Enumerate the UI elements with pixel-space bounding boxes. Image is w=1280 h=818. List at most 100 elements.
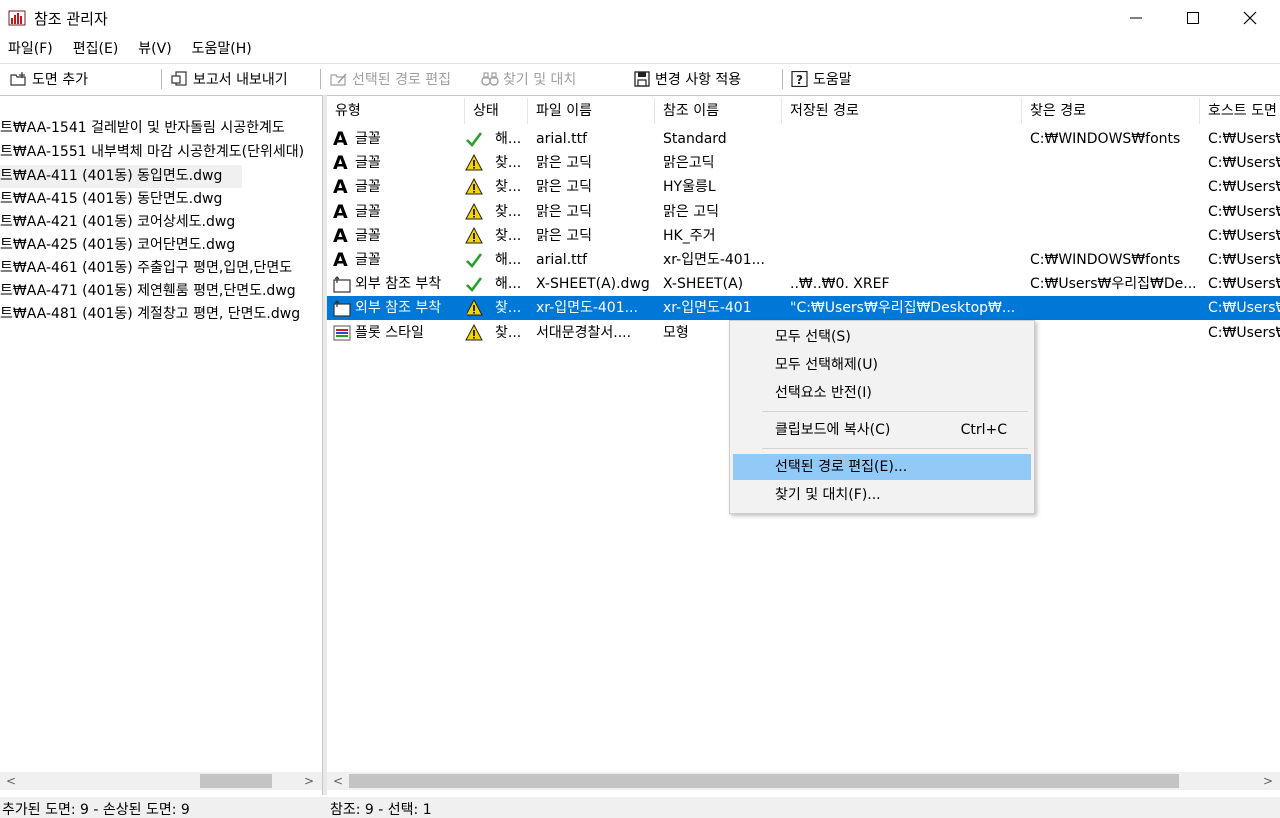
row-status: 찾... xyxy=(495,324,522,341)
find-replace-label: 찾기 및 대치 xyxy=(503,72,577,88)
row-file-name: arial.ttf xyxy=(536,131,588,147)
row-saved-path: ..₩..₩0. XREF xyxy=(790,276,890,293)
minimize-button[interactable] xyxy=(1106,0,1166,36)
close-button[interactable] xyxy=(1220,0,1280,36)
add-drawing-button[interactable]: 도면 추가 xyxy=(10,67,88,91)
maximize-button[interactable] xyxy=(1163,0,1223,36)
help-label: 도움말 xyxy=(813,72,852,88)
tree-item[interactable]: 트₩AA-411 (401동) 동입면도.dwg xyxy=(0,165,242,188)
column-header-file-name[interactable]: 파일 이름 xyxy=(528,98,655,124)
ctx-edit-selected-path[interactable]: 선택된 경로 편집(E)... xyxy=(733,454,1031,480)
column-header-type[interactable]: 유형 xyxy=(327,98,465,124)
toolbar-divider xyxy=(320,69,321,89)
tree-item[interactable]: 트₩AA-415 (401동) 동단면도.dwg xyxy=(0,188,222,211)
row-status: 찾... xyxy=(495,300,522,317)
row-file-name: 맑은 고딕 xyxy=(536,227,592,244)
add-drawing-icon xyxy=(10,72,26,86)
ctx-copy-clipboard[interactable]: 클립보드에 복사(C) Ctrl+C xyxy=(733,417,1031,443)
table-row[interactable]: A 글꼴 해... arial.ttf xr-입면도-401... C:₩WINDOWS₩… xyxy=(327,248,1280,272)
warning-icon xyxy=(465,299,483,317)
scroll-right-icon[interactable]: > xyxy=(300,772,318,790)
ctx-select-all-label: 모두 선택(S) xyxy=(775,329,851,345)
ctx-copy-clipboard-label: 클립보드에 복사(C) xyxy=(775,422,891,438)
table-row[interactable]: 외부 참조 부착 찾... xr-입면도-401... xr-입면도-401 "C:₩U… xyxy=(327,296,1280,321)
column-header-reference-name[interactable]: 참조 이름 xyxy=(655,98,782,124)
tree-item[interactable]: 트₩AA-471 (401동) 제연휀룸 평면,단면도.dwg xyxy=(0,280,296,303)
plotstyle-icon xyxy=(333,324,351,342)
row-found-path xyxy=(1030,296,1200,320)
tree-item[interactable]: 트₩AA-425 (401동) 코어단면도.dwg xyxy=(0,234,235,257)
column-header-host-drawing[interactable]: 호스트 도면 xyxy=(1200,98,1280,124)
row-host-drawing: C:₩Users₩ xyxy=(1208,203,1280,220)
row-type: 글꼴 xyxy=(355,179,381,196)
column-header-status[interactable]: 상태 xyxy=(465,98,528,124)
menu-file[interactable]: 파일(F) xyxy=(2,38,59,60)
row-host-drawing: C:₩Users₩ xyxy=(1208,252,1280,268)
table-row[interactable]: 외부 참조 부착 해... X-SHEET(A).dwg X-SHEET(A) ..₩.… xyxy=(327,272,1280,296)
warning-icon xyxy=(465,323,483,342)
scroll-right-icon[interactable]: > xyxy=(1259,772,1277,790)
table-row[interactable]: A 글꼴 찾... 맑은 고딕 HY울릉L C:₩Users₩ xyxy=(327,175,1280,199)
row-file-name: X-SHEET(A).dwg xyxy=(536,276,650,293)
ctx-invert-selection[interactable]: 선택요소 반전(I) xyxy=(733,380,1031,406)
ctx-find-replace[interactable]: 찾기 및 대치(F)... xyxy=(733,482,1031,508)
row-host-drawing: C:₩Users₩ xyxy=(1208,276,1280,293)
tree-item[interactable]: 트₩AA-421 (401동) 코어상세도.dwg xyxy=(0,211,235,234)
row-type: 외부 참조 부착 xyxy=(355,296,467,321)
tree-item[interactable]: 트₩AA-1541 걸레받이 및 반자돌림 시공한계도 xyxy=(0,117,285,140)
scrollbar-thumb[interactable] xyxy=(200,774,272,788)
tree-item[interactable]: 트₩AA-461 (401동) 주출입구 평면,입면,단면도 xyxy=(0,257,292,280)
xref-icon xyxy=(333,299,351,317)
apply-changes-button[interactable]: 변경 사항 적용 xyxy=(633,67,741,91)
table-row[interactable]: A 글꼴 찾... 맑은 고딕 맑은 고딕 C:₩Users₩ xyxy=(327,200,1280,224)
row-type: 글꼴 xyxy=(355,131,381,147)
minimize-icon xyxy=(1130,17,1142,19)
table-row[interactable]: A 글꼴 찾... 맑은 고딕 HK_주거 C:₩Users₩ xyxy=(327,224,1280,248)
row-file-name: 서대문경찰서.... xyxy=(536,324,632,341)
row-file-name: 맑은 고딕 xyxy=(536,155,592,172)
menu-view[interactable]: 뷰(V) xyxy=(132,38,177,60)
find-replace-button[interactable]: 찾기 및 대치 xyxy=(481,67,576,91)
toolbar: 도면 추가 보고서 내보내기 선택된 경로 편집 찾기 및 대치 변경 사항 적… xyxy=(0,63,1280,93)
ctx-copy-shortcut: Ctrl+C xyxy=(960,422,1007,438)
tree-item[interactable]: 트₩AA-1551 내부벽체 마감 시공한계도(단위세대) xyxy=(0,141,304,164)
tree-horizontal-scrollbar[interactable]: < > xyxy=(0,772,322,790)
menu-bar: 파일(F) 편집(E) 뷰(V) 도움말(H) xyxy=(0,37,1280,61)
row-file-name: xr-입면도-401... xyxy=(536,300,638,317)
column-header-saved-path[interactable]: 저장된 경로 xyxy=(782,98,1022,124)
table-row[interactable]: A 글꼴 찾... 맑은 고딕 맑은고딕 C:₩Users₩ xyxy=(327,151,1280,175)
warning-icon xyxy=(465,226,483,245)
warning-icon xyxy=(465,154,483,172)
export-report-button[interactable]: 보고서 내보내기 xyxy=(171,67,288,91)
row-host-drawing: C:₩Users₩ xyxy=(1208,300,1280,317)
scrollbar-thumb[interactable] xyxy=(349,774,1179,788)
table-row[interactable]: A 글꼴 해... arial.ttf Standard C:₩WINDOWS₩fonts… xyxy=(327,127,1280,151)
tree-item[interactable]: 트₩AA-481 (401동) 계절창고 평면, 단면도.dwg xyxy=(0,303,300,326)
edit-path-icon xyxy=(330,73,347,86)
menu-edit[interactable]: 편집(E) xyxy=(67,38,125,60)
ctx-edit-selected-path-label: 선택된 경로 편집(E)... xyxy=(775,459,908,475)
list-horizontal-scrollbar[interactable]: < > xyxy=(327,772,1280,790)
row-host-drawing: C:₩Users₩ xyxy=(1208,179,1280,196)
ctx-select-all[interactable]: 모두 선택(S) xyxy=(733,324,1031,350)
export-report-icon xyxy=(171,71,187,86)
scroll-left-icon[interactable]: < xyxy=(329,772,347,790)
row-status: 해... xyxy=(495,276,522,293)
row-reference-name: 맑은고딕 xyxy=(663,155,715,172)
row-reference-name: xr-입면도-401... xyxy=(663,252,765,268)
menu-help[interactable]: 도움말(H) xyxy=(186,38,258,60)
resolved-check-icon xyxy=(465,275,483,293)
drawing-count-status: 추가된 도면: 9 - 손상된 도면: 9 xyxy=(2,802,190,818)
row-reference-name: X-SHEET(A) xyxy=(663,276,744,293)
row-type: 글꼴 xyxy=(355,252,381,268)
edit-selected-path-button[interactable]: 선택된 경로 편집 xyxy=(330,67,451,91)
font-icon: A xyxy=(333,152,348,175)
scroll-left-icon[interactable]: < xyxy=(2,772,20,790)
help-button[interactable]: ? 도움말 xyxy=(791,67,852,91)
column-header-found-path[interactable]: 찾은 경로 xyxy=(1022,98,1200,124)
context-menu: 모두 선택(S) 모두 선택해제(U) 선택요소 반전(I) 클립보드에 복사(… xyxy=(729,320,1035,514)
toolbar-divider xyxy=(782,69,783,89)
ctx-deselect-all[interactable]: 모두 선택해제(U) xyxy=(733,352,1031,378)
row-saved-path xyxy=(790,151,1016,175)
status-bar: 추가된 도면: 9 - 손상된 도면: 9 참조: 9 - 선택: 1 xyxy=(0,797,1280,818)
